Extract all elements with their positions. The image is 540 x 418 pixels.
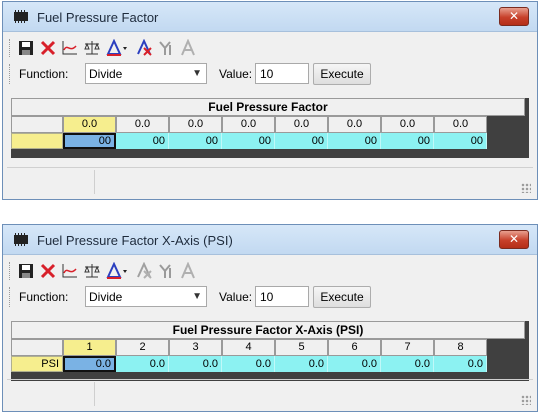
value-input[interactable]: 10: [255, 286, 309, 307]
save-icon[interactable]: [17, 262, 35, 280]
toolbar-grip[interactable]: [9, 262, 12, 280]
graph-icon[interactable]: [61, 262, 79, 280]
fuel-pressure-factor-window: Fuel Pressure Factor ✕ Function: Divide …: [2, 1, 538, 200]
column-header[interactable]: 6: [328, 339, 381, 356]
chevron-down-icon[interactable]: ▼: [192, 68, 202, 79]
toolbar-grip[interactable]: [9, 39, 12, 57]
table-cell[interactable]: 00: [222, 133, 275, 149]
execute-button[interactable]: Execute: [313, 63, 371, 85]
close-button[interactable]: ✕: [499, 230, 529, 249]
toolbar: [7, 36, 533, 60]
table-cell[interactable]: 0.0: [169, 356, 222, 372]
resize-grip-icon[interactable]: [521, 183, 531, 193]
window-title: Fuel Pressure Factor: [37, 10, 159, 25]
close-button[interactable]: ✕: [499, 7, 529, 26]
column-header[interactable]: 0.0: [169, 116, 222, 133]
text-icon[interactable]: [179, 262, 197, 280]
grid-corner: [11, 339, 63, 356]
table-cell[interactable]: 00: [63, 133, 116, 149]
column-header[interactable]: 0.0: [63, 116, 116, 133]
function-bar: Function: Divide ▼ Value: 10 Execute: [7, 284, 533, 310]
column-header[interactable]: 0.0: [381, 116, 434, 133]
table-cell[interactable]: 00: [381, 133, 434, 149]
balance-icon[interactable]: [83, 262, 101, 280]
title-bar[interactable]: Fuel Pressure Factor ✕: [3, 2, 537, 32]
function-select-value: Divide: [89, 67, 123, 81]
table-cell[interactable]: 0.0: [434, 356, 487, 372]
row-header[interactable]: [11, 133, 63, 149]
function-select-value: Divide: [89, 290, 123, 304]
table-cell[interactable]: 0.0: [63, 356, 116, 372]
delete-icon[interactable]: [39, 39, 57, 57]
function-label: Function:: [19, 67, 69, 81]
value-label: Value:: [219, 67, 253, 81]
chevron-down-icon[interactable]: ▼: [192, 291, 202, 302]
column-header[interactable]: 4: [222, 339, 275, 356]
table-cell[interactable]: 0.0: [381, 356, 434, 372]
save-icon[interactable]: [17, 39, 35, 57]
function-label: Function:: [19, 290, 69, 304]
graph-icon[interactable]: [61, 39, 79, 57]
column-header[interactable]: 5: [275, 339, 328, 356]
column-header[interactable]: 8: [434, 339, 487, 356]
status-pane: [7, 170, 95, 194]
table-cell[interactable]: 00: [275, 133, 328, 149]
function-bar-grip[interactable]: [9, 64, 12, 84]
grid-title: Fuel Pressure Factor: [11, 98, 525, 116]
table-cell[interactable]: 0.0: [222, 356, 275, 372]
window-title: Fuel Pressure Factor X-Axis (PSI): [37, 233, 233, 248]
status-bar: [7, 167, 533, 195]
table-cell[interactable]: 00: [434, 133, 487, 149]
function-select[interactable]: Divide ▼: [85, 286, 207, 307]
column-header[interactable]: 0.0: [434, 116, 487, 133]
clear-icon[interactable]: [135, 262, 153, 280]
title-bar[interactable]: Fuel Pressure Factor X-Axis (PSI) ✕: [3, 225, 537, 255]
status-bar: [7, 379, 533, 407]
column-header[interactable]: 1: [63, 339, 116, 356]
value-input[interactable]: 10: [255, 63, 309, 84]
function-bar-grip[interactable]: [9, 287, 12, 307]
execute-button[interactable]: Execute: [313, 286, 371, 308]
smooth-icon[interactable]: [157, 262, 175, 280]
text-icon[interactable]: [179, 39, 197, 57]
column-header[interactable]: 2: [116, 339, 169, 356]
row-header[interactable]: PSI: [11, 356, 63, 372]
table-cell[interactable]: 0.0: [328, 356, 381, 372]
chip-icon: [14, 233, 28, 246]
table-grid: Fuel Pressure Factor 0.0 0.0 0.0 0.0 0.0…: [11, 98, 529, 158]
table-grid: Fuel Pressure Factor X-Axis (PSI) 1 2 3 …: [11, 321, 529, 381]
value-label: Value:: [219, 290, 253, 304]
interpolate-icon[interactable]: [105, 39, 129, 57]
column-header[interactable]: 3: [169, 339, 222, 356]
table-cell[interactable]: 00: [116, 133, 169, 149]
column-header[interactable]: 0.0: [275, 116, 328, 133]
smooth-icon[interactable]: [157, 39, 175, 57]
column-header[interactable]: 0.0: [116, 116, 169, 133]
column-header[interactable]: 7: [381, 339, 434, 356]
toolbar: [7, 259, 533, 283]
table-cell[interactable]: 00: [328, 133, 381, 149]
value-input-text: 10: [260, 67, 274, 81]
interpolate-icon[interactable]: [105, 262, 129, 280]
table-cell[interactable]: 0.0: [116, 356, 169, 372]
grid-title: Fuel Pressure Factor X-Axis (PSI): [11, 321, 525, 339]
delete-icon[interactable]: [39, 262, 57, 280]
table-cell[interactable]: 0.0: [275, 356, 328, 372]
balance-icon[interactable]: [83, 39, 101, 57]
column-header[interactable]: 0.0: [328, 116, 381, 133]
function-select[interactable]: Divide ▼: [85, 63, 207, 84]
fuel-pressure-factor-x-axis-window: Fuel Pressure Factor X-Axis (PSI) ✕ Func…: [2, 224, 538, 412]
resize-grip-icon[interactable]: [521, 395, 531, 405]
clear-icon[interactable]: [135, 39, 153, 57]
column-header[interactable]: 0.0: [222, 116, 275, 133]
window-client: Function: Divide ▼ Value: 10 Execute Fue…: [7, 259, 533, 407]
grid-corner: [11, 116, 63, 133]
function-bar: Function: Divide ▼ Value: 10 Execute: [7, 61, 533, 87]
table-cell[interactable]: 00: [169, 133, 222, 149]
value-input-text: 10: [260, 290, 274, 304]
chip-icon: [14, 10, 28, 23]
window-client: Function: Divide ▼ Value: 10 Execute Fue…: [7, 36, 533, 195]
status-pane: [7, 382, 95, 406]
